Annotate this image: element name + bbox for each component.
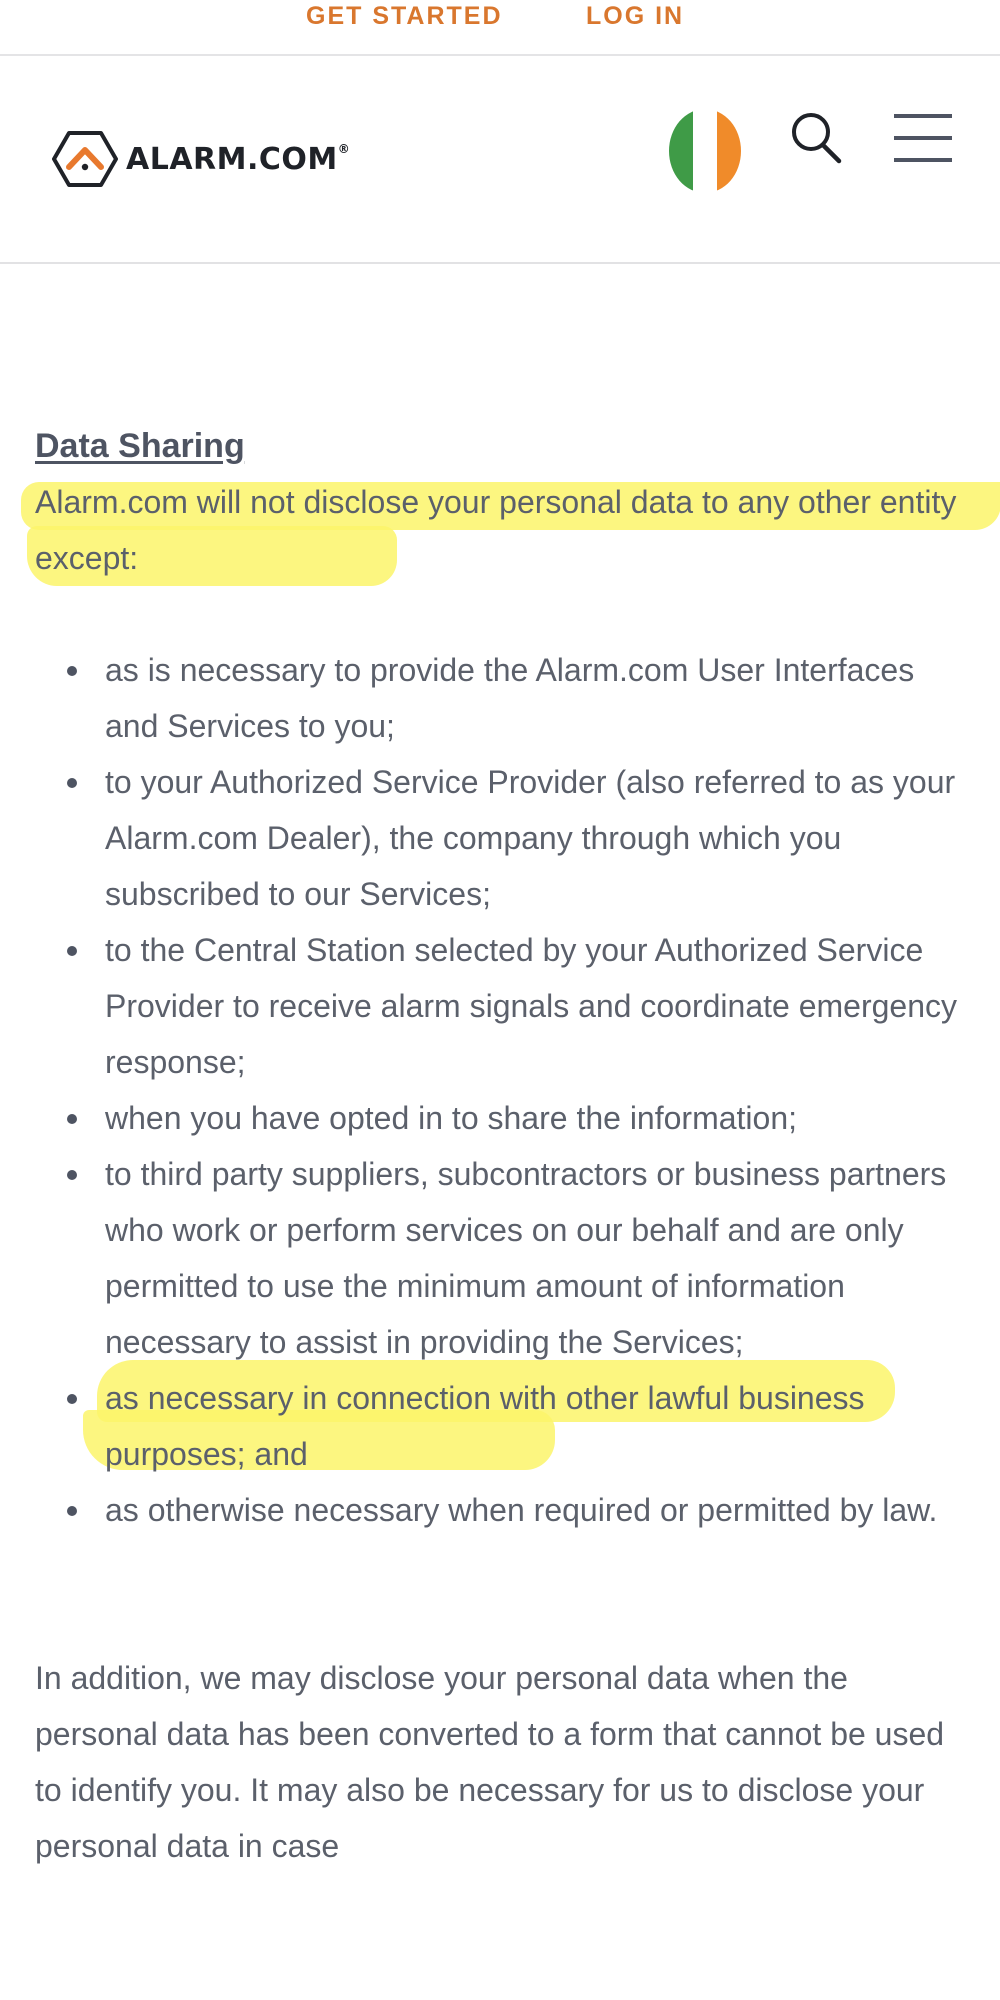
intro-paragraph: Alarm.com will not disclose your persona… xyxy=(35,484,957,576)
bullet-dot xyxy=(67,1114,77,1124)
top-utility-bar: GET STARTED LOG IN xyxy=(0,0,1000,56)
site-header: ALARM.COM® xyxy=(0,56,1000,264)
bullet-dot xyxy=(67,1506,77,1516)
logo-wordmark: ALARM.COM® xyxy=(126,141,351,177)
bullet-dot xyxy=(67,666,77,676)
bullet-dot xyxy=(67,778,77,788)
addition-paragraph: In addition, we may disclose your person… xyxy=(35,1660,945,1864)
list-item-highlighted: as necessary in connection with other la… xyxy=(35,1360,965,1482)
policy-content: Data Sharing Alarm.com will not disclose… xyxy=(21,418,1000,1874)
bullet-dot xyxy=(67,946,77,956)
list-item: as otherwise necessary when required or … xyxy=(35,1482,965,1538)
list-item: to the Central Station selected by your … xyxy=(35,922,965,1090)
list-item: when you have opted in to share the info… xyxy=(35,1090,965,1146)
intro-block: Alarm.com will not disclose your persona… xyxy=(21,474,1000,586)
list-item: to third party suppliers, subcontractors… xyxy=(35,1146,965,1370)
bullet-dot xyxy=(67,1394,77,1404)
section-title: Data Sharing xyxy=(35,427,245,465)
ireland-flag-icon[interactable] xyxy=(668,108,742,199)
bullet-dot xyxy=(67,1170,77,1180)
log-in-link[interactable]: LOG IN xyxy=(586,0,684,32)
alarm-com-logo[interactable]: ALARM.COM® xyxy=(52,130,350,188)
hamburger-menu-icon[interactable] xyxy=(892,112,954,169)
list-item: as is necessary to provide the Alarm.com… xyxy=(35,642,965,754)
search-icon[interactable] xyxy=(788,110,844,171)
list-item: to your Authorized Service Provider (als… xyxy=(35,754,965,922)
disclosure-list: as is necessary to provide the Alarm.com… xyxy=(35,642,965,1538)
alarm-logo-icon xyxy=(52,131,118,187)
get-started-link[interactable]: GET STARTED xyxy=(306,0,503,32)
